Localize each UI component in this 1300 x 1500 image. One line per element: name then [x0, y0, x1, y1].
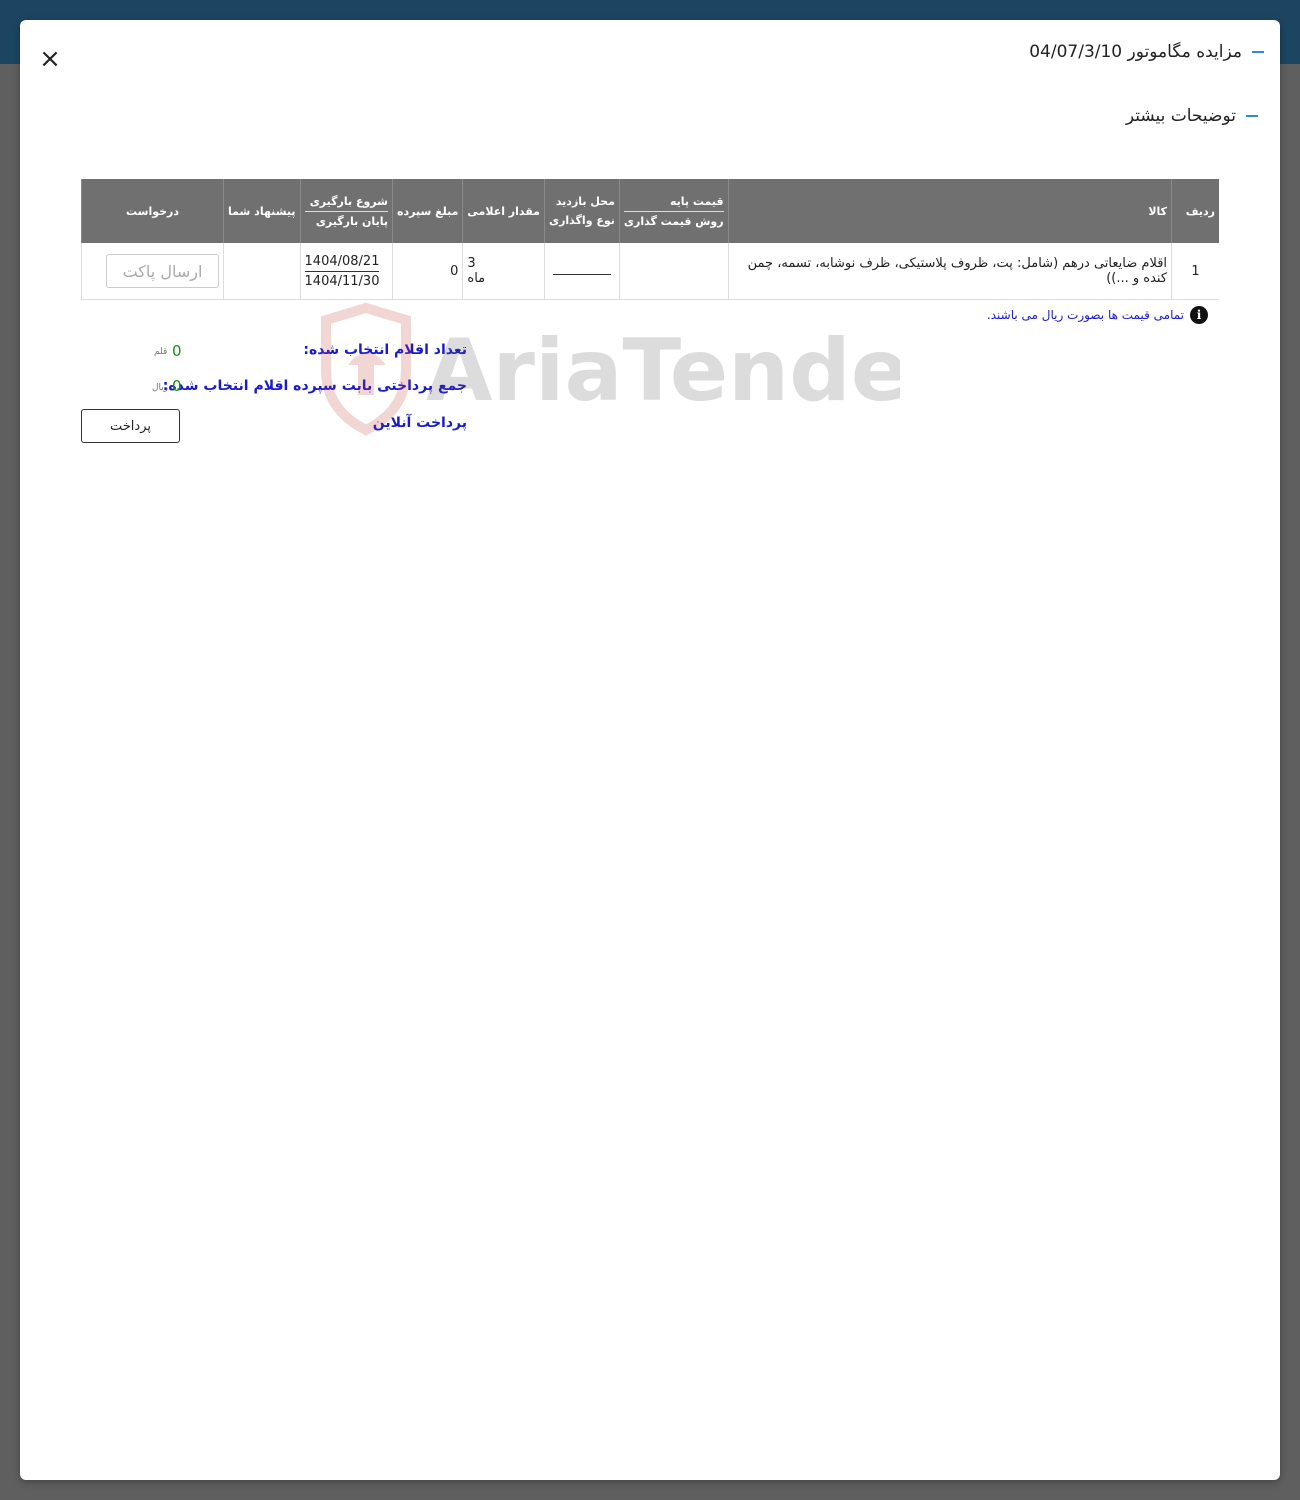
online-payment-link[interactable]: پرداخت آنلاین	[373, 415, 467, 431]
currency-note: i تمامی قیمت ها بصورت ریال می باشند.	[987, 306, 1208, 324]
loading-end-date: 1404/11/30	[304, 273, 380, 289]
selected-count-value: 0	[172, 342, 182, 360]
col-loading: شروع بارگیری پایان بارگیری	[299, 179, 393, 243]
loading-start-date: 1404/08/21	[304, 254, 380, 272]
selected-count-label: تعداد اقلام انتخاب شده:	[303, 342, 467, 358]
cell-row-number: 1	[1171, 243, 1219, 300]
quantity-value: 3	[467, 256, 476, 271]
col-row: ردیف	[1171, 179, 1219, 243]
items-table: ردیف کالا قیمت پایه روش قیمت گذاری محل ب…	[80, 179, 1219, 300]
auction-details-modal: × مزایده مگاموتور 04/07/3/10 توضیحات بیش…	[20, 20, 1280, 1480]
cell-quantity: 3 ماه	[462, 243, 545, 300]
more-details-toggle[interactable]: توضیحات بیشتر	[1126, 106, 1258, 126]
info-icon: i	[1190, 306, 1208, 324]
deposit-total-label: جمع پرداختی بابت سپرده اقلام انتخاب شده:	[162, 378, 467, 394]
deposit-total-value: 0	[172, 377, 182, 395]
table-header-row: ردیف کالا قیمت پایه روش قیمت گذاری محل ب…	[80, 179, 1219, 243]
more-details-label: توضیحات بیشتر	[1125, 106, 1236, 126]
watermark-text: AriaTender.neT	[426, 321, 900, 421]
col-item: کالا	[727, 179, 1172, 243]
col-visit-location: محل بازدید نوع واگذاری	[544, 179, 620, 243]
send-envelope-button[interactable]: ارسال پاکت	[106, 254, 219, 288]
col-deposit: مبلغ سپرده	[391, 179, 463, 243]
cell-request: ارسال پاکت	[80, 243, 224, 300]
selected-count-unit: قلم	[154, 347, 168, 357]
col-request: درخواست	[80, 179, 224, 243]
collapse-dash-icon	[1246, 115, 1258, 117]
currency-note-text: تمامی قیمت ها بصورت ریال می باشند.	[986, 308, 1184, 322]
cell-item-name: اقلام ضایعاتی درهم (شامل: پت، ظروف پلاست…	[727, 243, 1172, 300]
cell-deposit: 0	[391, 243, 463, 300]
col-base-price: قیمت پایه روش قیمت گذاری	[618, 179, 729, 243]
empty-dash	[552, 273, 611, 275]
pay-button[interactable]: پرداخت	[81, 409, 180, 443]
cell-visit-location	[544, 243, 620, 300]
modal-title-text: مزایده مگاموتور 04/07/3/10	[1029, 42, 1242, 62]
watermark-shield-icon	[321, 302, 411, 436]
cell-loading-dates: 1404/08/21 1404/11/30	[299, 243, 393, 300]
quantity-unit: ماه	[467, 271, 486, 286]
col-your-offer: پیشنهاد شما	[223, 179, 301, 243]
close-icon[interactable]: ×	[38, 46, 62, 72]
title-dash-icon	[1252, 51, 1264, 53]
deposit-total-unit: ریال	[152, 383, 169, 393]
table-row: 1 اقلام ضایعاتی درهم (شامل: پت، ظروف پلا…	[80, 243, 1219, 300]
col-declared-quantity: مقدار اعلامی	[462, 179, 545, 243]
cell-your-offer	[223, 243, 301, 300]
cell-base-price	[618, 243, 729, 300]
modal-title: مزایده مگاموتور 04/07/3/10	[1029, 42, 1264, 62]
